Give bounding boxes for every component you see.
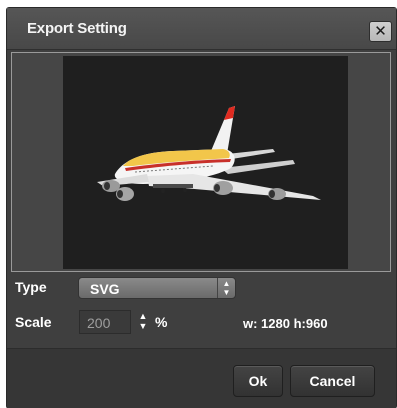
close-button[interactable]: ✕ (369, 21, 392, 42)
dialog-footer: Ok Cancel (7, 348, 396, 408)
scale-stepper[interactable]: ▲ ▼ (135, 311, 151, 335)
type-selected-value: SVG (90, 281, 120, 297)
type-label: Type (15, 279, 47, 295)
preview-canvas (63, 56, 348, 269)
airplane-image (97, 106, 321, 201)
stepper-up-icon[interactable]: ▲ (139, 311, 148, 321)
scale-label: Scale (15, 314, 52, 330)
stepper-down-icon[interactable]: ▼ (139, 321, 148, 331)
type-select[interactable]: SVG ▲ ▼ (78, 277, 236, 299)
scale-unit: % (155, 314, 168, 330)
export-dialog: Export Setting ✕ Type SVG ▲ ▼ Scale 200 … (7, 8, 396, 408)
dialog-title: Export Setting (27, 20, 127, 37)
scale-input[interactable] (87, 315, 127, 331)
output-dimensions: w: 1280 h:960 (243, 316, 328, 331)
select-arrows-icon: ▲ ▼ (217, 278, 235, 298)
close-icon: ✕ (374, 22, 387, 40)
scale-field[interactable] (79, 310, 131, 334)
ok-button[interactable]: Ok (233, 365, 283, 397)
cancel-button[interactable]: Cancel (290, 365, 375, 397)
preview-area (11, 52, 391, 272)
dialog-titlebar[interactable]: Export Setting ✕ (7, 8, 396, 50)
